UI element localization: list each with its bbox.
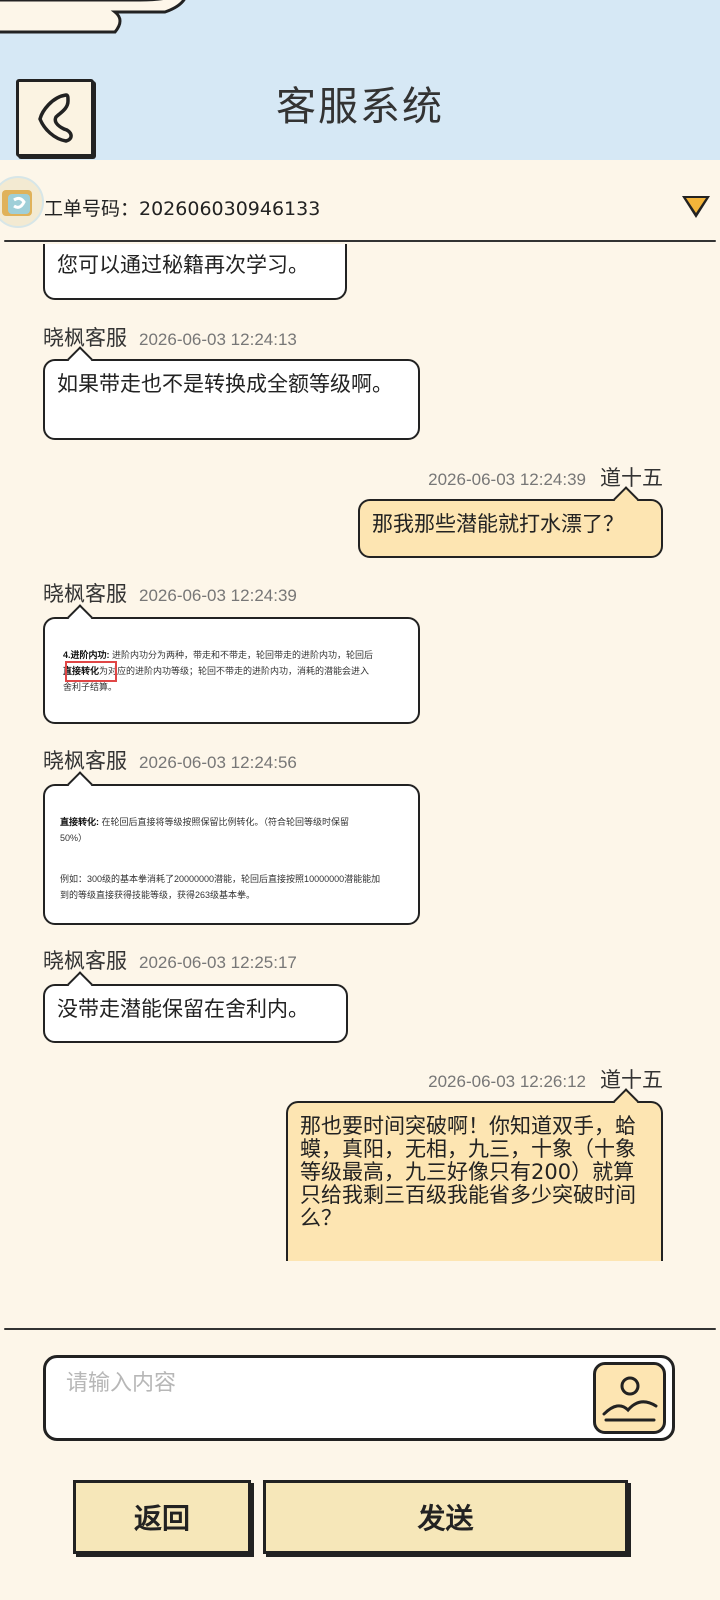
message-time: 2026-06-03 12:24:13 [139, 330, 297, 349]
message-bubble: 那我那些潜能就打水漂了？ [358, 486, 663, 558]
message-header: 晓枫客服 2026-06-03 12:24:39 [43, 578, 297, 608]
sender-name: 道十五 [600, 1068, 663, 1092]
sender-name: 晓枫客服 [43, 582, 127, 606]
cloud-decoration-icon [0, 0, 186, 34]
message-time: 2026-06-03 12:24:39 [139, 586, 297, 605]
image-message[interactable]: 4.进阶内功: 进阶内功分为两种，带走和不带走，轮回带走的进阶内功，轮回后 直接… [43, 604, 420, 724]
message-input-box[interactable] [43, 1355, 675, 1441]
app-logo-icon [0, 176, 44, 228]
message-header: 晓枫客服 2026-06-03 12:24:56 [43, 745, 297, 775]
divider [4, 240, 716, 242]
message-header: 晓枫客服 2026-06-03 12:25:17 [43, 945, 297, 975]
message-time: 2026-06-03 12:26:12 [428, 1072, 586, 1091]
image-content: 例如：300级的基本拳消耗了20000000潜能，轮回后直接按照10000000… [60, 874, 381, 900]
sender-name: 晓枫客服 [43, 949, 127, 973]
message-time: 2026-06-03 12:24:39 [428, 470, 586, 489]
message-text: 那也要时间突破啊！你知道双手，蛤蟆，真阳，无相，九三，十象（十象等级最高，九三好… [300, 1114, 636, 1230]
message-bubble: 如果带走也不是转换成全额等级啊。 [43, 346, 420, 440]
image-message[interactable]: 直接转化: 在轮回后直接将等级按照保留比例转化。（符合轮回等级时保留 50%） … [43, 771, 420, 925]
message-time: 2026-06-03 12:25:17 [139, 953, 297, 972]
message-bubble: 那也要时间突破啊！你知道双手，蛤蟆，真阳，无相，九三，十象（十象等级最高，九三好… [286, 1088, 663, 1261]
sender-name: 道十五 [600, 466, 663, 490]
send-button[interactable]: 发送 [263, 1480, 628, 1554]
back-text-button[interactable]: 返回 [73, 1480, 251, 1554]
sender-name: 晓枫客服 [43, 326, 127, 350]
message-text: 如果带走也不是转换成全额等级啊。 [57, 372, 393, 396]
image-content: 直接转化: 在轮回后直接将等级按照保留比例转化。（符合轮回等级时保留 50%） [60, 817, 350, 843]
message-input[interactable] [66, 1368, 566, 1398]
page-title: 客服系统 [276, 84, 444, 130]
message-bubble: 没带走潜能保留在舍利内。 [43, 971, 348, 1043]
image-upload-button[interactable] [593, 1362, 666, 1434]
message-text: 那我那些潜能就打水漂了？ [372, 512, 624, 536]
image-upload-icon [602, 1376, 657, 1422]
message-time: 2026-06-03 12:24:56 [139, 753, 297, 772]
message-text: 您可以通过秘籍再次学习。 [57, 253, 309, 277]
header-bar: 客服系统 [0, 0, 720, 160]
ticket-number: 工单号码：202606030946133 [44, 198, 321, 220]
message-bubble: 您可以通过秘籍再次学习。 [43, 244, 347, 300]
chat-list[interactable]: 您可以通过秘籍再次学习。 晓枫客服 2026-06-03 12:24:13 如果带… [0, 244, 720, 1268]
triangle-down-fill [686, 198, 706, 213]
sender-name: 晓枫客服 [43, 749, 127, 773]
divider [4, 1328, 716, 1330]
message-text: 没带走潜能保留在舍利内。 [57, 997, 309, 1021]
highlight-box [65, 661, 117, 682]
